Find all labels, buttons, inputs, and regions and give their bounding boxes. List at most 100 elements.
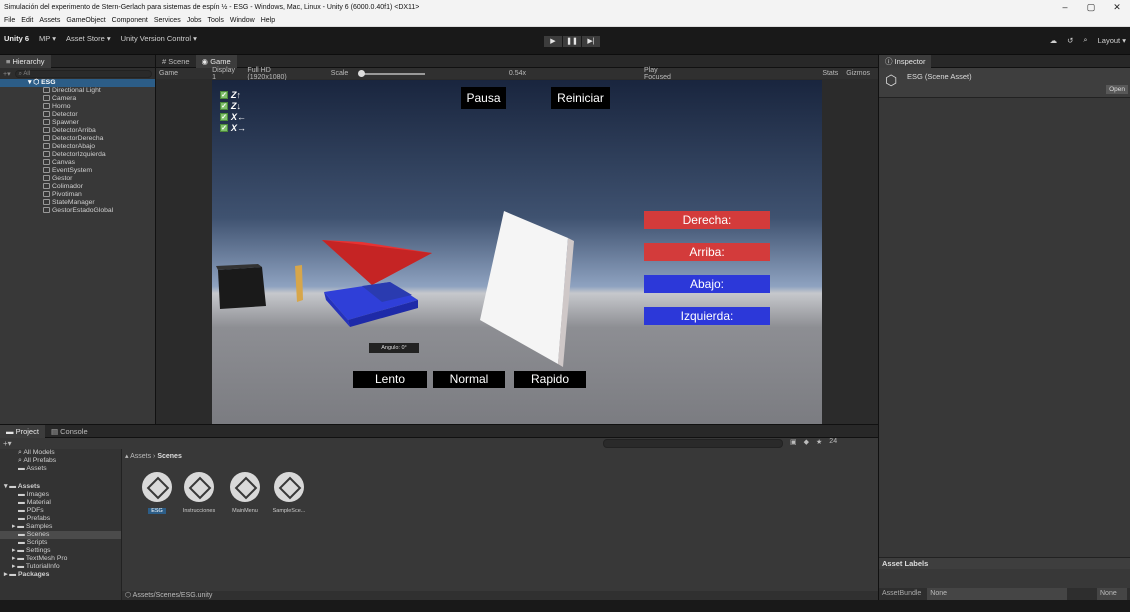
add-icon[interactable]: +▾ (3, 70, 11, 78)
spin-toggle-z-up[interactable]: ✓ Z↑ (220, 90, 241, 100)
layout-button[interactable]: Layout ▾ (1098, 36, 1126, 45)
checkbox-icon[interactable]: ✓ (220, 91, 228, 99)
tree-folder[interactable]: ▬ Prefabs (0, 515, 121, 523)
tree-folder[interactable]: ▸ ▬ Settings (0, 547, 121, 555)
hierarchy-item[interactable]: Directional Light (0, 87, 155, 95)
tree-packages[interactable]: ▸ ▬ Packages (0, 571, 121, 579)
menu-assets[interactable]: Assets (39, 17, 60, 24)
search-icon[interactable]: ⌕ (1083, 35, 1087, 45)
pause-toolbar-button[interactable]: ❚❚ (563, 36, 581, 47)
tree-folder[interactable]: ▬ Scripts (0, 539, 121, 547)
project-search-input[interactable] (603, 439, 783, 448)
hierarchy-item[interactable]: EventSystem (0, 167, 155, 175)
checkbox-icon[interactable]: ✓ (220, 124, 228, 132)
asset-scene[interactable]: Instrucciones (180, 472, 218, 514)
tree-folder[interactable]: ▬ PDFs (0, 507, 121, 515)
stats-button[interactable]: Stats (822, 70, 838, 77)
hierarchy-item[interactable]: DetectorAbajo (0, 143, 155, 151)
asset-labels-header[interactable]: Asset Labels (879, 557, 1130, 569)
play-button[interactable]: ▶ (544, 36, 562, 47)
close-button[interactable]: ✕ (1104, 0, 1130, 14)
hierarchy-item[interactable]: Horno (0, 103, 155, 111)
favorite-icon[interactable]: ★ (816, 438, 822, 446)
speed-normal-button[interactable]: Normal (433, 371, 505, 388)
favorite-all-models[interactable]: ⌕ All Models (0, 449, 121, 457)
tree-folder[interactable]: ▸ ▬ TutorialInfo (0, 563, 121, 571)
tree-folder[interactable]: ▸ ▬ TextMesh Pro (0, 555, 121, 563)
hierarchy-item[interactable]: Detector (0, 111, 155, 119)
gizmos-button[interactable]: Gizmos (846, 70, 870, 77)
hierarchy-item[interactable]: DetectorArriba (0, 127, 155, 135)
breadcrumb-current[interactable]: Scenes (157, 453, 182, 460)
resolution-dropdown[interactable]: Full HD (1920x1080) (247, 67, 308, 81)
menu-jobs[interactable]: Jobs (187, 17, 202, 24)
asset-bundle-dropdown[interactable]: None (927, 588, 1068, 600)
hierarchy-item[interactable]: Canvas (0, 159, 155, 167)
menu-services[interactable]: Services (154, 17, 181, 24)
menu-help[interactable]: Help (261, 17, 275, 24)
cloud-icon[interactable]: ☁ (1050, 36, 1058, 45)
hierarchy-item[interactable]: Colimador (0, 183, 155, 191)
play-focused-dropdown[interactable]: Play Focused (644, 67, 684, 81)
asset-variant-dropdown[interactable]: None (1097, 588, 1127, 600)
step-button[interactable]: ▶| (582, 36, 600, 47)
menu-window[interactable]: Window (230, 17, 255, 24)
speed-slow-button[interactable]: Lento (353, 371, 427, 388)
tab-project[interactable]: ▬ Project (0, 424, 45, 438)
history-icon[interactable]: ↺ (1067, 36, 1073, 45)
open-button[interactable]: Open (1106, 85, 1128, 94)
menu-file[interactable]: File (4, 17, 15, 24)
favorite-assets[interactable]: ▬ Assets (0, 465, 121, 473)
menu-component[interactable]: Component (112, 17, 148, 24)
hierarchy-item[interactable]: DetectorDerecha (0, 135, 155, 143)
checkbox-icon[interactable]: ✓ (220, 113, 228, 121)
asset-store-button[interactable]: Asset Store ▾ (66, 34, 111, 43)
hierarchy-item[interactable]: GestorEstadoGlobal (0, 207, 155, 215)
tree-folder[interactable]: ▬ Material (0, 499, 121, 507)
unity-account-button[interactable]: Unity 6 (4, 34, 29, 43)
tree-assets[interactable]: ▾ ▬ Assets (0, 483, 121, 491)
hierarchy-item[interactable]: DetectorIzquierda (0, 151, 155, 159)
scale-slider[interactable] (358, 69, 425, 77)
spin-toggle-z-down[interactable]: ✓ Z↓ (220, 101, 241, 111)
tab-inspector[interactable]: ⓘ Inspector (879, 54, 932, 68)
hierarchy-item[interactable]: Camera (0, 95, 155, 103)
hierarchy-search-input[interactable]: ⌕ All (14, 69, 152, 78)
hierarchy-item[interactable]: StateManager (0, 199, 155, 207)
asset-scene[interactable]: SampleSce... (270, 472, 308, 514)
tree-folder[interactable]: ▬ Images (0, 491, 121, 499)
hierarchy-item[interactable]: Spawner (0, 119, 155, 127)
menu-gameobject[interactable]: GameObject (66, 17, 105, 24)
game-mode-dropdown[interactable]: Game (159, 70, 178, 77)
display-dropdown[interactable]: Display 1 (212, 67, 239, 81)
tab-console[interactable]: ▤ Console (45, 425, 94, 438)
minimize-button[interactable]: – (1052, 0, 1078, 14)
filter-label-icon[interactable]: ◆ (804, 438, 809, 446)
menu-edit[interactable]: Edit (21, 17, 33, 24)
favorite-all-prefabs[interactable]: ⌕ All Prefabs (0, 457, 121, 465)
menu-tools[interactable]: Tools (208, 17, 224, 24)
hierarchy-item[interactable]: Gestor (0, 175, 155, 183)
breadcrumb-root[interactable]: Assets (130, 453, 151, 460)
tab-scene[interactable]: # Scene (156, 55, 196, 68)
mp-button[interactable]: MP ▾ (39, 34, 56, 43)
detector-screen (480, 211, 568, 364)
game-view[interactable]: Pausa Reiniciar ✓ Z↑ ✓ Z↓ ✓ X← ✓ X→ Derecha:… (212, 80, 822, 424)
add-asset-icon[interactable]: +▾ (3, 439, 12, 448)
filter-type-icon[interactable]: ▣ (790, 438, 797, 446)
asset-scene[interactable]: MainMenu (226, 472, 264, 514)
hierarchy-root-esg[interactable]: ▾ ⬡ ESG (0, 79, 155, 87)
spin-toggle-x-right[interactable]: ✓ X→ (220, 123, 246, 133)
tree-folder[interactable]: ▸ ▬ Samples (0, 523, 121, 531)
version-control-button[interactable]: Unity Version Control ▾ (121, 34, 197, 43)
speed-fast-button[interactable]: Rapido (514, 371, 586, 388)
tree-folder-selected[interactable]: ▬ Scenes (0, 531, 121, 539)
tab-hierarchy[interactable]: ≡ Hierarchy (0, 54, 51, 68)
restart-button[interactable]: Reiniciar (551, 87, 610, 109)
pause-button[interactable]: Pausa (461, 87, 506, 109)
hierarchy-item[interactable]: Pivotiman (0, 191, 155, 199)
checkbox-icon[interactable]: ✓ (220, 102, 228, 110)
asset-scene[interactable]: ESG (138, 472, 176, 514)
spin-toggle-x-left[interactable]: ✓ X← (220, 112, 246, 122)
maximize-button[interactable]: ▢ (1078, 0, 1104, 14)
